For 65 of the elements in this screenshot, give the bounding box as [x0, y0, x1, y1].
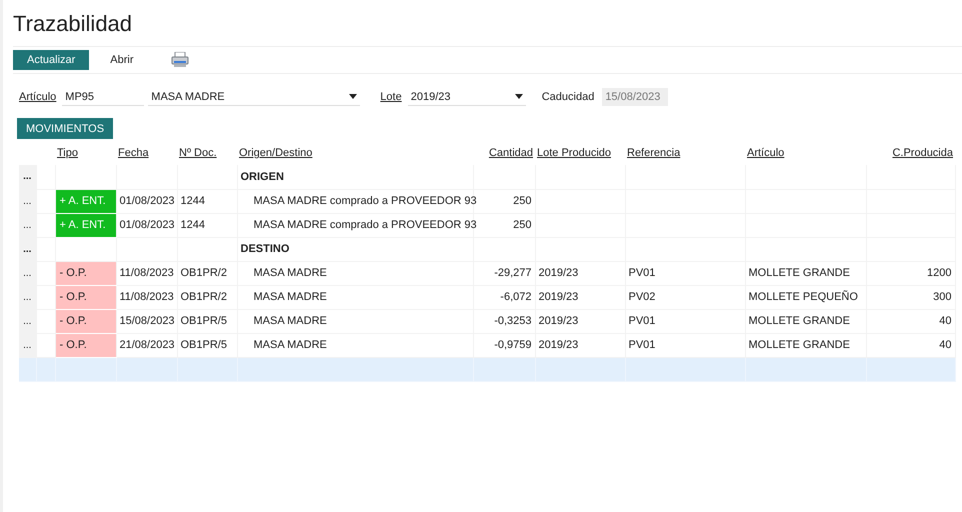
table-cell: OB1PR/2 — [180, 267, 227, 279]
table-cell: 2019/23 — [538, 315, 578, 327]
type-cell: + A. ENT. — [55, 189, 116, 213]
table-cell: 2019/23 — [538, 339, 578, 351]
column-header[interactable]: Lote Producido — [537, 147, 611, 159]
table-cell: 1244 — [180, 219, 205, 231]
column-header[interactable]: Nº Doc. — [179, 147, 217, 159]
table-cell: -0,9759 — [494, 339, 532, 351]
table-cell: 11/08/2023 — [120, 291, 174, 303]
table-cell: PV02 — [628, 291, 656, 303]
type-cell: + A. ENT. — [55, 213, 116, 237]
table-cell: MASA MADRE comprado a PROVEEDOR 93 — [254, 219, 477, 231]
column-header[interactable]: C.Producida — [892, 147, 953, 159]
table-cell: MASA MADRE — [254, 315, 327, 327]
column-header[interactable]: Fecha — [118, 147, 149, 159]
table-cell: 21/08/2023 — [120, 339, 175, 351]
table-cell: MASA MADRE — [254, 339, 327, 351]
table-cell: MASA MADRE — [254, 291, 327, 303]
table-cell: OB1PR/2 — [180, 291, 227, 303]
type-cell: - O.P. — [55, 309, 116, 333]
column-header[interactable]: Referencia — [627, 147, 680, 159]
column-header[interactable]: Cantidad — [488, 147, 533, 159]
movements-button[interactable]: MOVIMIENTOS — [17, 118, 114, 139]
printer-icon[interactable] — [170, 52, 189, 68]
refresh-button[interactable]: Actualizar — [13, 50, 90, 70]
table-cell: MASA MADRE comprado a PROVEEDOR 93 — [254, 195, 477, 207]
group-label: DESTINO — [240, 243, 290, 255]
table-cell: 40 — [939, 315, 952, 327]
lot-link[interactable]: Lote — [380, 91, 402, 103]
page-title: Trazabilidad — [13, 10, 134, 38]
table-cell: -29,277 — [494, 267, 532, 279]
table-cell: 40 — [939, 339, 952, 351]
table-cell: -6,072 — [500, 291, 532, 303]
column-header[interactable]: Tipo — [57, 147, 78, 159]
table-cell: 250 — [513, 219, 532, 231]
table-cell: MOLLETE GRANDE — [748, 315, 850, 327]
table-cell: OB1PR/5 — [180, 315, 227, 327]
table-cell: 2019/23 — [538, 267, 578, 279]
table-cell: MOLLETE PEQUEÑO — [748, 291, 858, 303]
table-cell: PV01 — [628, 339, 656, 351]
group-label: ORIGEN — [240, 170, 284, 183]
table-cell: 250 — [513, 195, 532, 207]
type-cell: - O.P. — [55, 285, 116, 309]
type-cell: - O.P. — [55, 261, 116, 285]
column-header[interactable]: Artículo — [747, 147, 784, 159]
table-cell: 2019/23 — [538, 291, 578, 303]
expiry-label: Caducidad — [542, 91, 594, 103]
table-cell: OB1PR/5 — [180, 339, 227, 351]
table-cell: 1244 — [180, 195, 205, 207]
article-link[interactable]: Artículo — [19, 91, 56, 103]
type-cell: - O.P. — [55, 333, 116, 357]
table-cell: MOLLETE GRANDE — [748, 339, 850, 351]
table-cell: MASA MADRE — [254, 267, 327, 279]
open-button[interactable]: Abrir — [97, 50, 147, 70]
table-cell: 01/08/2023 — [120, 195, 175, 207]
column-header[interactable]: Origen/Destino — [239, 147, 312, 159]
table-cell: -0,3253 — [494, 315, 532, 327]
table-cell: 15/08/2023 — [120, 315, 175, 327]
table-cell: 1200 — [927, 267, 952, 279]
table-cell: PV01 — [628, 267, 656, 279]
table-cell: PV01 — [628, 315, 656, 327]
table-cell: MOLLETE GRANDE — [748, 267, 850, 279]
table-cell: 11/08/2023 — [120, 267, 174, 279]
table-cell: 01/08/2023 — [120, 219, 175, 231]
table-cell: 300 — [933, 291, 952, 303]
